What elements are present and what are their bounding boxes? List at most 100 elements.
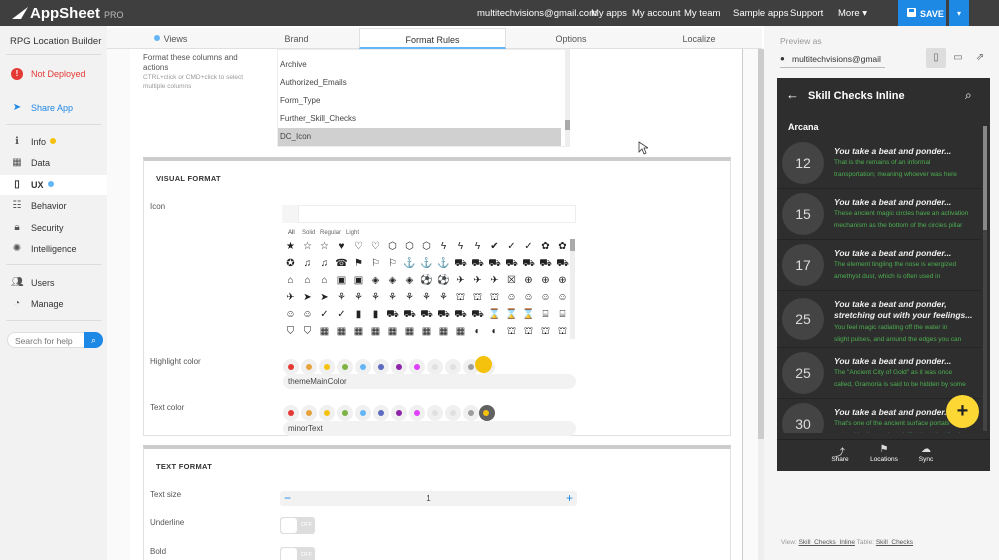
- icon-option[interactable]: ⛟: [486, 256, 503, 272]
- icon-option[interactable]: ◐: [486, 324, 503, 340]
- icon-option[interactable]: ▦: [384, 324, 401, 340]
- color-swatch[interactable]: [306, 364, 312, 370]
- bold-toggle[interactable]: OFF: [280, 547, 315, 560]
- tablet-mode-button[interactable]: ▭: [948, 48, 968, 68]
- icon-option[interactable]: ⛟: [503, 256, 520, 272]
- icon-option[interactable]: ★: [282, 239, 299, 255]
- color-swatch[interactable]: [432, 364, 438, 370]
- add-fab-button[interactable]: +: [946, 395, 979, 428]
- icon-option[interactable]: ⚘: [333, 290, 350, 306]
- icon-option[interactable]: ⚓: [418, 256, 435, 272]
- color-swatch[interactable]: [450, 364, 456, 370]
- color-swatch[interactable]: [468, 410, 474, 416]
- icon-option[interactable]: ⛫: [469, 290, 486, 306]
- color-swatch[interactable]: [468, 364, 474, 370]
- nav-my-apps[interactable]: My apps: [591, 8, 627, 19]
- icon-option[interactable]: ☆: [299, 239, 316, 255]
- icon-option[interactable]: ⛟: [452, 307, 469, 323]
- icon-option[interactable]: ▮: [350, 307, 367, 323]
- color-swatch[interactable]: [378, 410, 384, 416]
- icon-option[interactable]: ♫: [299, 256, 316, 272]
- preview-user-select[interactable]: ● multitechvisions@gmail: [780, 51, 885, 68]
- color-swatch[interactable]: [414, 364, 420, 370]
- icon-option[interactable]: ▦: [401, 324, 418, 340]
- view-link[interactable]: Skill_Checks_Inline: [799, 539, 855, 546]
- icon-option[interactable]: ⚘: [401, 290, 418, 306]
- icon-option[interactable]: ⚽: [435, 273, 452, 289]
- color-swatch[interactable]: [342, 364, 348, 370]
- sidebar-item-intelligence[interactable]: ✺ Intelligence: [0, 239, 107, 259]
- icon-option[interactable]: ⛟: [435, 307, 452, 323]
- icon-option[interactable]: ✈: [452, 273, 469, 289]
- icon-option[interactable]: ♫: [316, 256, 333, 272]
- list-item[interactable]: 15 You take a beat and ponder... These anc…: [777, 189, 981, 240]
- sidebar-item-data[interactable]: ▦ Data: [0, 153, 107, 173]
- icon-option[interactable]: ⊕: [554, 273, 571, 289]
- text-color-field[interactable]: minorText: [283, 421, 576, 436]
- tab-options[interactable]: Options: [506, 28, 636, 49]
- icon-option[interactable]: ☺: [299, 307, 316, 323]
- color-swatch-selected[interactable]: [475, 356, 492, 373]
- icon-option[interactable]: ➤: [299, 290, 316, 306]
- phone-scrollbar[interactable]: [983, 126, 987, 431]
- color-swatch[interactable]: [483, 410, 489, 416]
- sidebar-item-security[interactable]: 🔒︎ Security: [0, 218, 107, 238]
- icon-grid-scrollbar-thumb[interactable]: [570, 239, 575, 251]
- nav-support[interactable]: Support: [790, 8, 823, 19]
- icon-option[interactable]: ⚓: [435, 256, 452, 272]
- icon-option[interactable]: ⛟: [418, 307, 435, 323]
- icon-option[interactable]: ⬡: [384, 239, 401, 255]
- nav-my-account[interactable]: My account: [632, 8, 681, 19]
- list-item[interactable]: Authorized_Emails: [278, 74, 561, 92]
- icon-option[interactable]: ✔: [486, 239, 503, 255]
- icon-option[interactable]: ✪: [282, 256, 299, 272]
- icon-option[interactable]: ⚓: [401, 256, 418, 272]
- icon-option[interactable]: ⚑: [350, 256, 367, 272]
- icon-option[interactable]: ▦: [435, 324, 452, 340]
- icon-tab-light[interactable]: Light: [346, 230, 359, 236]
- icon-option[interactable]: ϟ: [469, 239, 486, 255]
- icon-option[interactable]: ⚘: [350, 290, 367, 306]
- icon-option[interactable]: ⌂: [316, 273, 333, 289]
- icon-search-input[interactable]: [282, 205, 576, 223]
- icon-option[interactable]: ⛟: [554, 256, 571, 272]
- icon-option[interactable]: ⛟: [520, 256, 537, 272]
- icon-option[interactable]: ⚽: [418, 273, 435, 289]
- nav-sync-button[interactable]: ☁ Sync: [915, 444, 937, 463]
- icon-option[interactable]: ✈: [282, 290, 299, 306]
- tab-localize[interactable]: Localize: [636, 28, 762, 49]
- icon-option[interactable]: ⚐: [384, 256, 401, 272]
- table-link[interactable]: Skill_Checks: [876, 539, 913, 546]
- icon-option[interactable]: ▣: [350, 273, 367, 289]
- tab-brand[interactable]: Brand: [234, 28, 359, 49]
- save-button[interactable]: SAVE: [898, 0, 946, 26]
- icon-option[interactable]: ⛫: [537, 324, 554, 340]
- icon-option[interactable]: ⚐: [367, 256, 384, 272]
- icon-option[interactable]: ⌛: [520, 307, 537, 323]
- icon-option[interactable]: ⛟: [537, 256, 554, 272]
- icon-option[interactable]: ✓: [316, 307, 333, 323]
- phone-scrollbar-thumb[interactable]: [983, 126, 987, 230]
- nav-more[interactable]: More ▾: [838, 8, 867, 19]
- icon-option[interactable]: ⚘: [435, 290, 452, 306]
- icon-option[interactable]: ◐: [469, 324, 486, 340]
- icon-option[interactable]: ⚘: [418, 290, 435, 306]
- icon-option[interactable]: ⬡: [401, 239, 418, 255]
- color-swatch[interactable]: [432, 410, 438, 416]
- icon-option[interactable]: ⛫: [520, 324, 537, 340]
- icon-option[interactable]: ⛟: [384, 307, 401, 323]
- icon-option[interactable]: ☺: [503, 290, 520, 306]
- icon-tab-solid[interactable]: Solid: [302, 230, 315, 236]
- icon-option[interactable]: ✿: [554, 239, 571, 255]
- search-icon[interactable]: ⌕: [965, 88, 972, 103]
- icon-option[interactable]: ⛉: [282, 324, 299, 340]
- color-swatch[interactable]: [450, 410, 456, 416]
- icon-option[interactable]: ⌸: [537, 307, 554, 323]
- color-swatch[interactable]: [360, 410, 366, 416]
- back-arrow-icon[interactable]: ←: [786, 87, 799, 102]
- tab-views[interactable]: Views: [107, 28, 234, 49]
- icon-option[interactable]: ⚘: [384, 290, 401, 306]
- icon-option[interactable]: ⚘: [367, 290, 384, 306]
- icon-option[interactable]: ⛫: [554, 324, 571, 340]
- share-app-link[interactable]: ➤ Share App: [0, 98, 107, 118]
